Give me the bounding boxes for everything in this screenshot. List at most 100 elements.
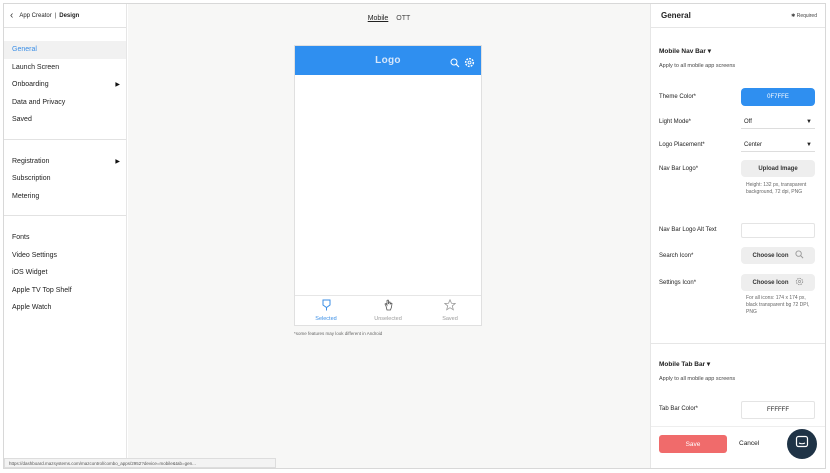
tab-ott[interactable]: OTT — [396, 15, 410, 22]
settings-icon-label: Settings Icon* — [659, 280, 697, 286]
sidebar-item-label: Launch Screen — [12, 63, 60, 71]
tab-bar-color-label: Tab Bar Color* — [659, 406, 699, 412]
breadcrumb: ‹ App Creator | Design — [4, 4, 126, 28]
bookmark-icon — [321, 299, 332, 313]
chat-icon — [795, 435, 809, 454]
chat-launcher-button[interactable] — [787, 429, 817, 459]
sidebar-item-general[interactable]: General — [4, 41, 126, 59]
device-toggle: Mobile OTT — [128, 15, 650, 22]
sidebar-item-apple-watch[interactable]: Apple Watch — [4, 299, 126, 317]
sidebar-group-extras: Fonts Video Settings iOS Widget Apple TV… — [4, 216, 126, 317]
tab-bar-section-subtitle: Apply to all mobile app screens — [659, 376, 736, 382]
sidebar-item-label: Onboarding — [12, 81, 49, 89]
nav-bar-section-subtitle: Apply to all mobile app screens — [659, 63, 736, 69]
panel-footer: Save Cancel — [651, 426, 825, 468]
logo-hint: Height: 132 px, transparent background, … — [746, 182, 807, 195]
nav-bar-section-title[interactable]: Mobile Nav Bar ▾ — [659, 47, 711, 55]
hand-icon — [383, 299, 394, 313]
preview-nav-icons — [450, 55, 475, 73]
sidebar-item-metering[interactable]: Metering — [4, 188, 126, 206]
choose-settings-icon-button[interactable]: Choose Icon — [741, 274, 815, 291]
preview-tab-unselected: Unselected — [357, 296, 419, 325]
caret-down-icon: ▾ — [706, 361, 711, 368]
sidebar-item-ios-widget[interactable]: iOS Widget — [4, 264, 126, 282]
sidebar-item-fonts[interactable]: Fonts — [4, 229, 126, 247]
preview-tab-bar: Selected Unselected Saved — [295, 295, 481, 325]
breadcrumb-current: Design — [59, 12, 80, 19]
tab-bar-section-title[interactable]: Mobile Tab Bar ▾ — [659, 360, 710, 368]
required-note: ✱ Required — [791, 13, 817, 19]
nav-bar-logo-label: Nav Bar Logo* — [659, 166, 699, 172]
required-label: Required — [796, 12, 817, 19]
sidebar-group-app: General Launch Screen Onboarding ▶ Data a… — [4, 28, 126, 140]
cancel-button[interactable]: Cancel — [739, 440, 759, 447]
search-icon-label: Search Icon* — [659, 253, 694, 259]
caret-down-icon: ▼ — [806, 118, 812, 125]
sidebar-item-label: Metering — [12, 192, 40, 200]
sidebar-item-label: Registration — [12, 157, 50, 165]
sidebar-item-label: Data and Privacy — [12, 98, 66, 106]
sidebar-item-label: Saved — [12, 116, 32, 124]
app-window: ‹ App Creator | Design General Launch Sc… — [3, 3, 826, 469]
preview-tab-saved: Saved — [419, 296, 481, 325]
phone-preview: Logo Selected Unselected Saved — [294, 45, 482, 326]
alt-text-input[interactable] — [741, 223, 815, 238]
light-mode-value: Off — [744, 118, 752, 125]
sidebar-item-label: Fonts — [12, 234, 30, 242]
tab-bar-color-picker[interactable]: FFFFFF — [741, 401, 815, 419]
gear-icon — [464, 55, 475, 73]
choose-icon-label: Choose Icon — [752, 252, 789, 259]
light-mode-select[interactable]: Off ▼ — [741, 115, 815, 129]
save-button[interactable]: Save — [659, 435, 727, 453]
nav-bar-section-label: Mobile Nav Bar — [659, 48, 706, 55]
sidebar-item-label: General — [12, 46, 37, 54]
preview-tab-selected: Selected — [295, 296, 357, 325]
sidebar-item-onboarding[interactable]: Onboarding ▶ — [4, 76, 126, 94]
back-chevron-icon[interactable]: ‹ — [10, 10, 13, 21]
tab-bar-section-label: Mobile Tab Bar — [659, 361, 706, 368]
preview-tab-label: Unselected — [374, 316, 402, 322]
sidebar-item-apple-tv-top-shelf[interactable]: Apple TV Top Shelf — [4, 282, 126, 300]
caret-down-icon: ▼ — [806, 141, 812, 148]
logo-placement-label: Logo Placement* — [659, 142, 705, 148]
sidebar-item-label: Apple TV Top Shelf — [12, 286, 72, 294]
preview-logo: Logo — [375, 55, 401, 66]
preview-footnote: *some features may look different in And… — [294, 331, 383, 336]
logo-placement-select[interactable]: Center ▼ — [741, 138, 815, 152]
preview-area: Mobile OTT Logo Selected Unselected Save… — [128, 4, 650, 468]
star-icon — [443, 298, 457, 313]
sidebar-item-registration[interactable]: Registration ▶ — [4, 153, 126, 171]
search-icon — [794, 250, 804, 261]
caret-right-icon: ▶ — [115, 158, 120, 165]
light-mode-label: Light Mode* — [659, 119, 692, 125]
preview-tab-label: Selected — [315, 316, 337, 322]
sidebar-item-label: iOS Widget — [12, 269, 48, 277]
sidebar-item-saved[interactable]: Saved — [4, 111, 126, 129]
search-icon — [450, 55, 460, 73]
sidebar-item-launch-screen[interactable]: Launch Screen — [4, 59, 126, 77]
panel-title: General — [661, 11, 691, 20]
breadcrumb-separator: | — [54, 12, 57, 19]
sidebar-item-video-settings[interactable]: Video Settings — [4, 247, 126, 265]
alt-text-label: Nav Bar Logo Alt Text — [659, 227, 717, 233]
tab-mobile[interactable]: Mobile — [368, 15, 389, 22]
sidebar-item-label: Subscription — [12, 175, 51, 183]
caret-down-icon: ▾ — [707, 48, 712, 55]
sidebar-item-subscription[interactable]: Subscription — [4, 170, 126, 188]
choose-icon-label: Choose Icon — [752, 279, 789, 286]
icon-hint: For all icons: 174 x 174 px, black trans… — [746, 295, 810, 315]
sidebar-group-access: Registration ▶ Subscription Metering — [4, 140, 126, 216]
panel-header: General ✱ Required — [651, 4, 825, 28]
gear-icon — [795, 277, 804, 288]
section-divider — [651, 343, 825, 344]
breadcrumb-parent[interactable]: App Creator — [19, 13, 51, 19]
logo-placement-value: Center — [744, 141, 763, 148]
caret-right-icon: ▶ — [115, 82, 120, 89]
sidebar-item-label: Video Settings — [12, 251, 58, 259]
upload-image-button[interactable]: Upload Image — [741, 160, 815, 177]
status-bar-url: https://dashboard.mazsystems.com/mazcont… — [4, 458, 276, 468]
sidebar-item-data-privacy[interactable]: Data and Privacy — [4, 94, 126, 112]
choose-search-icon-button[interactable]: Choose Icon — [741, 247, 815, 264]
theme-color-picker[interactable]: 0F7FFE — [741, 88, 815, 106]
sidebar-item-label: Apple Watch — [12, 304, 52, 312]
